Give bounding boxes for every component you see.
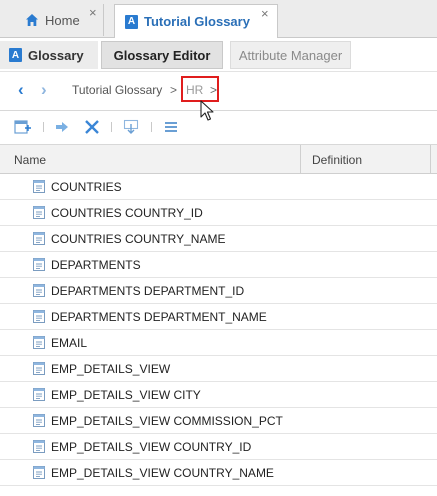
term-name: COUNTRIES COUNTRY_ID bbox=[51, 206, 203, 220]
term-icon bbox=[33, 388, 45, 401]
breadcrumb-highlight-box bbox=[181, 76, 219, 102]
glossary-badge-icon: A bbox=[125, 14, 138, 29]
table-row[interactable]: EMAIL bbox=[0, 330, 437, 356]
home-icon bbox=[26, 14, 38, 26]
tab-glossary-editor[interactable]: Glossary Editor bbox=[101, 41, 223, 69]
term-icon bbox=[33, 440, 45, 453]
close-icon[interactable]: × bbox=[261, 7, 269, 20]
column-header-name[interactable]: Name bbox=[14, 153, 46, 167]
term-name: DEPARTMENTS DEPARTMENT_NAME bbox=[51, 310, 267, 324]
table-row[interactable]: EMP_DETAILS_VIEW CITY bbox=[0, 382, 437, 408]
breadcrumb-item-tutorial-glossary[interactable]: Tutorial Glossary bbox=[72, 83, 162, 97]
term-name: DEPARTMENTS bbox=[51, 258, 141, 272]
table-row[interactable]: EMP_DETAILS_VIEW bbox=[0, 356, 437, 382]
forward-arrow-icon[interactable]: › bbox=[41, 81, 47, 98]
toolbar bbox=[0, 110, 437, 145]
term-name: DEPARTMENTS DEPARTMENT_ID bbox=[51, 284, 245, 298]
glossary-badge-icon: A bbox=[9, 48, 22, 62]
term-icon bbox=[33, 232, 45, 245]
import-icon[interactable] bbox=[122, 118, 140, 136]
term-name: EMP_DETAILS_VIEW COUNTRY_ID bbox=[51, 440, 252, 454]
close-icon[interactable]: × bbox=[89, 6, 97, 19]
term-icon bbox=[33, 284, 45, 297]
table-row[interactable]: EMP_DETAILS_VIEW COMMISSION_PCT bbox=[0, 408, 437, 434]
term-list: COUNTRIES COUNTRIES COUNTRY_ID COUNTRIES… bbox=[0, 174, 437, 486]
tab-tutorial-glossary[interactable]: A Tutorial Glossary × bbox=[114, 4, 278, 38]
term-name: EMP_DETAILS_VIEW bbox=[51, 362, 171, 376]
table-row[interactable]: COUNTRIES COUNTRY_ID bbox=[0, 200, 437, 226]
term-icon bbox=[33, 414, 45, 427]
toolbar-divider bbox=[151, 122, 152, 132]
menu-icon[interactable] bbox=[162, 118, 180, 136]
table-row[interactable]: DEPARTMENTS DEPARTMENT_ID bbox=[0, 278, 437, 304]
table-row[interactable]: EMP_DETAILS_VIEW COUNTRY_ID bbox=[0, 434, 437, 460]
term-icon bbox=[33, 336, 45, 349]
column-header-definition[interactable]: Definition bbox=[312, 153, 362, 167]
tab-tutorial-glossary-label: Tutorial Glossary bbox=[144, 14, 250, 29]
term-name: EMP_DETAILS_VIEW COUNTRY_NAME bbox=[51, 466, 274, 480]
toolbar-divider bbox=[43, 122, 44, 132]
term-icon bbox=[33, 466, 45, 479]
term-name: EMAIL bbox=[51, 336, 88, 350]
table-row[interactable]: COUNTRIES COUNTRY_NAME bbox=[0, 226, 437, 252]
sub-tab-bar: A Glossary Glossary Editor Attribute Man… bbox=[0, 38, 437, 71]
move-icon[interactable] bbox=[53, 118, 71, 136]
breadcrumb-separator: > bbox=[170, 83, 178, 97]
back-arrow-icon[interactable]: ‹ bbox=[18, 81, 24, 98]
term-icon bbox=[33, 206, 45, 219]
tab-glossary-label: Glossary bbox=[28, 47, 84, 63]
term-name: EMP_DETAILS_VIEW CITY bbox=[51, 388, 201, 402]
term-name: EMP_DETAILS_VIEW COMMISSION_PCT bbox=[51, 414, 283, 428]
new-term-icon[interactable] bbox=[14, 118, 32, 136]
table-row[interactable]: DEPARTMENTS bbox=[0, 252, 437, 278]
term-name: COUNTRIES bbox=[51, 180, 122, 194]
tab-home-label: Home bbox=[45, 12, 80, 28]
toolbar-divider bbox=[111, 122, 112, 132]
term-icon bbox=[33, 362, 45, 375]
delete-icon[interactable] bbox=[83, 118, 101, 136]
term-name: COUNTRIES COUNTRY_NAME bbox=[51, 232, 226, 246]
tab-home[interactable]: Home × bbox=[0, 4, 104, 36]
top-tab-bar: Home × A Tutorial Glossary × bbox=[0, 0, 437, 38]
column-divider[interactable] bbox=[430, 145, 431, 173]
tab-glossary[interactable]: A Glossary bbox=[0, 41, 98, 69]
table-row[interactable]: COUNTRIES bbox=[0, 174, 437, 200]
tab-attribute-manager[interactable]: Attribute Manager bbox=[230, 41, 351, 69]
table-row[interactable]: DEPARTMENTS DEPARTMENT_NAME bbox=[0, 304, 437, 330]
term-icon bbox=[33, 258, 45, 271]
table-row[interactable]: EMP_DETAILS_VIEW COUNTRY_NAME bbox=[0, 460, 437, 486]
term-icon bbox=[33, 310, 45, 323]
term-icon bbox=[33, 180, 45, 193]
table-header: Name Definition bbox=[0, 145, 437, 174]
column-divider[interactable] bbox=[300, 145, 301, 173]
